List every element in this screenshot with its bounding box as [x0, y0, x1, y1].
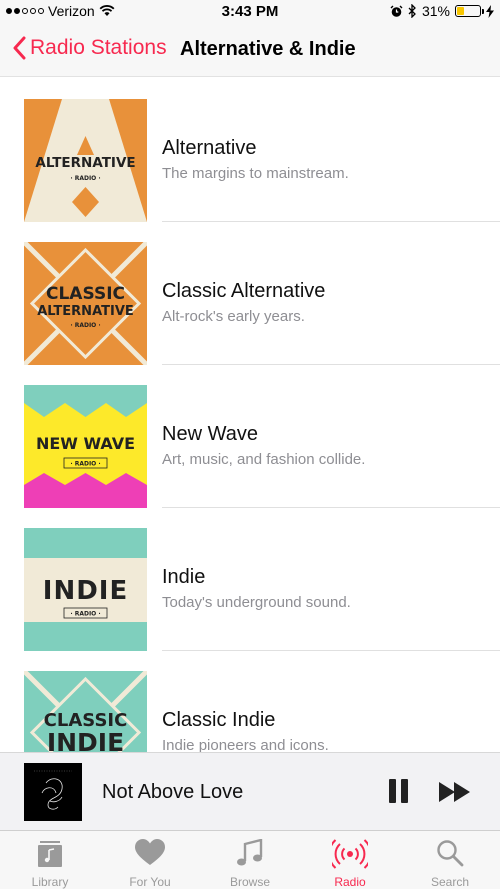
station-artwork-new-wave: NEW WAVE · RADIO ·	[24, 385, 147, 508]
tab-label: For You	[129, 875, 171, 889]
library-icon	[0, 831, 100, 869]
station-description: Indie pioneers and icons.	[162, 737, 329, 752]
tab-for-you[interactable]: For You	[100, 831, 200, 889]
station-description: Art, music, and fashion collide.	[162, 451, 366, 468]
station-description: Alt-rock's early years.	[162, 308, 305, 325]
art-subtitle: · RADIO ·	[70, 461, 100, 468]
station-name: New Wave	[162, 423, 258, 445]
tab-label: Radio	[334, 875, 366, 889]
station-description: The margins to mainstream.	[162, 165, 349, 182]
chevron-left-icon	[13, 36, 26, 60]
battery-percent: 31%	[421, 3, 450, 19]
fast-forward-icon[interactable]	[438, 780, 472, 804]
heart-icon	[100, 831, 200, 869]
station-name: Indie	[162, 566, 206, 588]
now-playing-title: Not Above Love	[102, 781, 244, 803]
station-artwork-classic-indie: CLASSIC INDIE	[24, 671, 147, 752]
search-icon	[400, 831, 500, 869]
battery-level	[457, 7, 464, 15]
back-button-label: Radio Stations	[30, 36, 167, 59]
tab-label: Library	[31, 875, 69, 889]
art-title-line-1: CLASSIC	[46, 284, 125, 304]
battery-icon	[455, 5, 484, 17]
tab-library[interactable]: Library	[0, 831, 100, 889]
alarm-icon	[390, 5, 403, 17]
art-title-line-2: ALTERNATIVE	[37, 304, 134, 319]
tab-radio[interactable]: Radio	[300, 831, 400, 889]
art-title: NEW WAVE	[36, 434, 135, 453]
station-row-indie[interactable]: INDIE · RADIO · Indie Today's undergroun…	[0, 506, 500, 651]
pause-button[interactable]	[388, 779, 410, 805]
charging-bolt-icon	[486, 4, 494, 18]
art-title-line-2: INDIE	[47, 728, 124, 752]
station-artwork-alternative: ALTERNATIVE · RADIO ·	[24, 99, 147, 222]
bluetooth-icon	[408, 4, 416, 18]
station-row-alternative[interactable]: ALTERNATIVE · RADIO · Alternative The ma…	[0, 77, 500, 222]
now-playing-artwork	[24, 763, 82, 821]
status-right: 31%	[390, 3, 494, 19]
mini-player[interactable]: Not Above Love	[0, 752, 500, 830]
station-name: Alternative	[162, 137, 257, 159]
station-row-classic-indie[interactable]: CLASSIC INDIE Classic Indie Indie pionee…	[0, 649, 500, 752]
station-artwork-indie: INDIE · RADIO ·	[24, 528, 147, 651]
art-subtitle: · RADIO ·	[70, 322, 100, 329]
tab-label: Browse	[229, 875, 270, 889]
art-title: ALTERNATIVE	[35, 155, 135, 171]
art-title: INDIE	[43, 576, 128, 606]
back-button[interactable]: Radio Stations	[12, 36, 167, 60]
navigation-bar: Radio Stations Alternative & Indie	[0, 24, 500, 77]
station-row-new-wave[interactable]: NEW WAVE · RADIO · New Wave Art, music, …	[0, 363, 500, 508]
radio-icon	[300, 831, 400, 869]
station-artwork-classic-alternative: CLASSIC ALTERNATIVE · RADIO ·	[24, 242, 147, 365]
art-subtitle: · RADIO ·	[70, 175, 100, 182]
page-title: Alternative & Indie	[180, 38, 356, 60]
music-note-icon	[200, 831, 300, 869]
station-description: Today's underground sound.	[162, 594, 351, 611]
tab-search[interactable]: Search	[400, 831, 500, 889]
tab-label: Search	[430, 875, 470, 889]
station-name: Classic Indie	[162, 709, 276, 731]
station-name: Classic Alternative	[162, 280, 326, 302]
tab-browse[interactable]: Browse	[200, 831, 300, 889]
art-subtitle: · RADIO ·	[70, 611, 100, 618]
tab-bar: Library For You Browse Radio Search	[0, 830, 500, 889]
station-row-classic-alternative[interactable]: CLASSIC ALTERNATIVE · RADIO · Classic Al…	[0, 220, 500, 365]
station-list[interactable]: ALTERNATIVE · RADIO · Alternative The ma…	[0, 77, 500, 752]
status-bar: Verizon 3:43 PM 31%	[0, 0, 500, 24]
